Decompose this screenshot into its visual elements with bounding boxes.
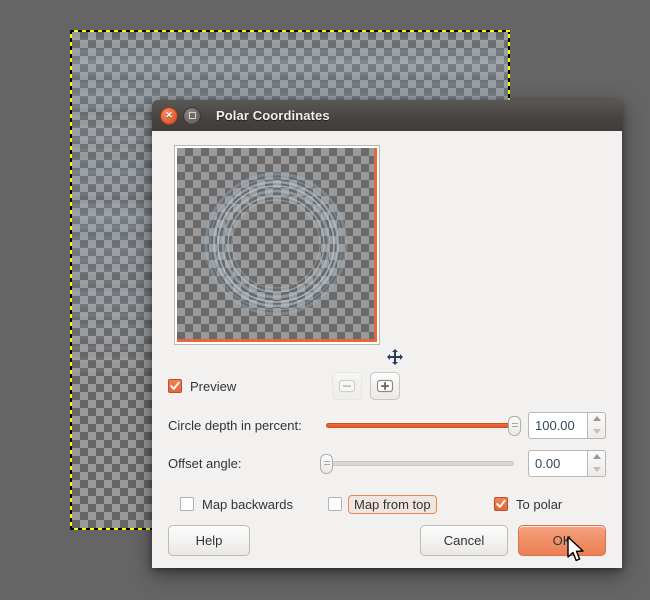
- dialog-titlebar[interactable]: ✕ Polar Coordinates: [152, 100, 622, 131]
- ok-button[interactable]: OK: [518, 525, 606, 556]
- map-from-top-label: Map from top: [348, 495, 437, 514]
- offset-angle-spinner[interactable]: 0.00: [528, 450, 606, 477]
- option-checkbox-row: Map backwards Map from top To polar: [168, 489, 606, 519]
- check-icon: [170, 381, 180, 391]
- polar-coordinates-dialog: ✕ Polar Coordinates: [152, 100, 622, 568]
- spinner-up-icon[interactable]: [593, 416, 601, 421]
- slider-track: [326, 461, 514, 466]
- checkbox-box-unchecked: [180, 497, 194, 511]
- preview-controls-row: Preview: [168, 369, 606, 403]
- preview-rings-artwork: [191, 159, 361, 329]
- zoom-in-glyph: [376, 379, 394, 393]
- map-backwards-checkbox[interactable]: Map backwards: [180, 497, 328, 512]
- preview-container: [168, 145, 606, 367]
- close-icon[interactable]: ✕: [160, 107, 178, 125]
- checkbox-box-unchecked: [328, 497, 342, 511]
- check-icon: [496, 499, 506, 509]
- zoom-button-group: [332, 372, 400, 400]
- dialog-button-row: Help Cancel OK: [168, 524, 606, 556]
- offset-angle-label: Offset angle:: [168, 456, 326, 471]
- circle-depth-value[interactable]: 100.00: [528, 412, 588, 439]
- dialog-title: Polar Coordinates: [216, 108, 330, 123]
- map-from-top-checkbox[interactable]: Map from top: [328, 495, 494, 514]
- slider-handle[interactable]: [320, 454, 333, 474]
- desktop-background: ✕ Polar Coordinates: [0, 0, 650, 600]
- zoom-in-icon[interactable]: [370, 372, 400, 400]
- slider-handle[interactable]: [508, 416, 521, 436]
- preview-frame[interactable]: [174, 145, 380, 345]
- cancel-button[interactable]: Cancel: [420, 525, 508, 556]
- slider-row-offset-angle: Offset angle: 0.00: [168, 447, 606, 479]
- checkbox-box-checked: [494, 497, 508, 511]
- preview-checkbox[interactable]: Preview: [168, 379, 236, 394]
- circle-depth-spinner[interactable]: 100.00: [528, 412, 606, 439]
- spinner-buttons[interactable]: [588, 412, 606, 439]
- preview-checkbox-label: Preview: [190, 379, 236, 394]
- move-icon[interactable]: [387, 349, 403, 365]
- zoom-out-icon[interactable]: [332, 372, 362, 400]
- offset-angle-value[interactable]: 0.00: [528, 450, 588, 477]
- map-backwards-label: Map backwards: [202, 497, 293, 512]
- spinner-buttons[interactable]: [588, 450, 606, 477]
- slider-fill: [326, 423, 514, 428]
- handle-grip: [324, 461, 330, 467]
- spinner-up-icon[interactable]: [593, 454, 601, 459]
- spinner-down-icon[interactable]: [593, 467, 601, 472]
- zoom-out-glyph: [338, 379, 356, 393]
- checkbox-box-checked: [168, 379, 182, 393]
- offset-angle-slider[interactable]: [326, 452, 514, 474]
- slider-row-circle-depth: Circle depth in percent: 100.00: [168, 409, 606, 441]
- circle-depth-slider[interactable]: [326, 414, 514, 436]
- maximize-glyph: [189, 112, 196, 119]
- to-polar-checkbox[interactable]: To polar: [494, 497, 562, 512]
- help-button[interactable]: Help: [168, 525, 250, 556]
- maximize-icon[interactable]: [183, 107, 201, 125]
- handle-grip: [512, 423, 518, 429]
- dialog-body: Preview: [152, 131, 622, 568]
- spinner-down-icon[interactable]: [593, 429, 601, 434]
- to-polar-label: To polar: [516, 497, 562, 512]
- circle-depth-label: Circle depth in percent:: [168, 418, 326, 433]
- preview-image[interactable]: [177, 148, 377, 342]
